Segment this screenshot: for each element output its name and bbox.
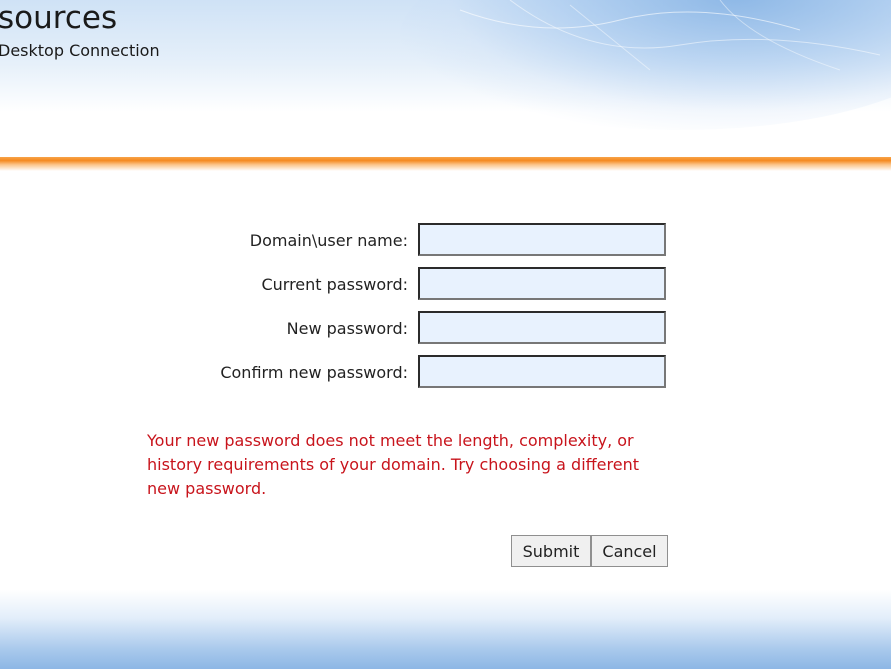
app-title: sources (0, 0, 118, 36)
error-message: Your new password does not meet the leng… (147, 431, 640, 498)
rdweb-password-page: sources Desktop Connection Domain\user n… (0, 0, 891, 669)
current-password-input[interactable] (418, 267, 666, 300)
network-lines-graphic (459, 0, 881, 71)
current-password-label: Current password: (261, 275, 408, 294)
domain-username-input[interactable] (418, 223, 666, 256)
current-password-row: Current password: (0, 267, 891, 301)
confirm-password-input[interactable] (418, 355, 666, 388)
app-subtitle: Desktop Connection (0, 41, 160, 60)
new-password-row: New password: (0, 311, 891, 345)
confirm-password-row: Confirm new password: (0, 355, 891, 389)
header-banner: sources Desktop Connection (0, 0, 891, 160)
new-password-input[interactable] (418, 311, 666, 344)
header-divider (0, 157, 891, 171)
domain-username-label: Domain\user name: (249, 231, 408, 250)
footer-banner (0, 590, 891, 669)
new-password-label: New password: (286, 319, 408, 338)
submit-button[interactable]: Submit (511, 535, 591, 567)
domain-username-row: Domain\user name: (0, 223, 891, 257)
confirm-password-label: Confirm new password: (220, 363, 408, 382)
cancel-button[interactable]: Cancel (591, 535, 668, 567)
